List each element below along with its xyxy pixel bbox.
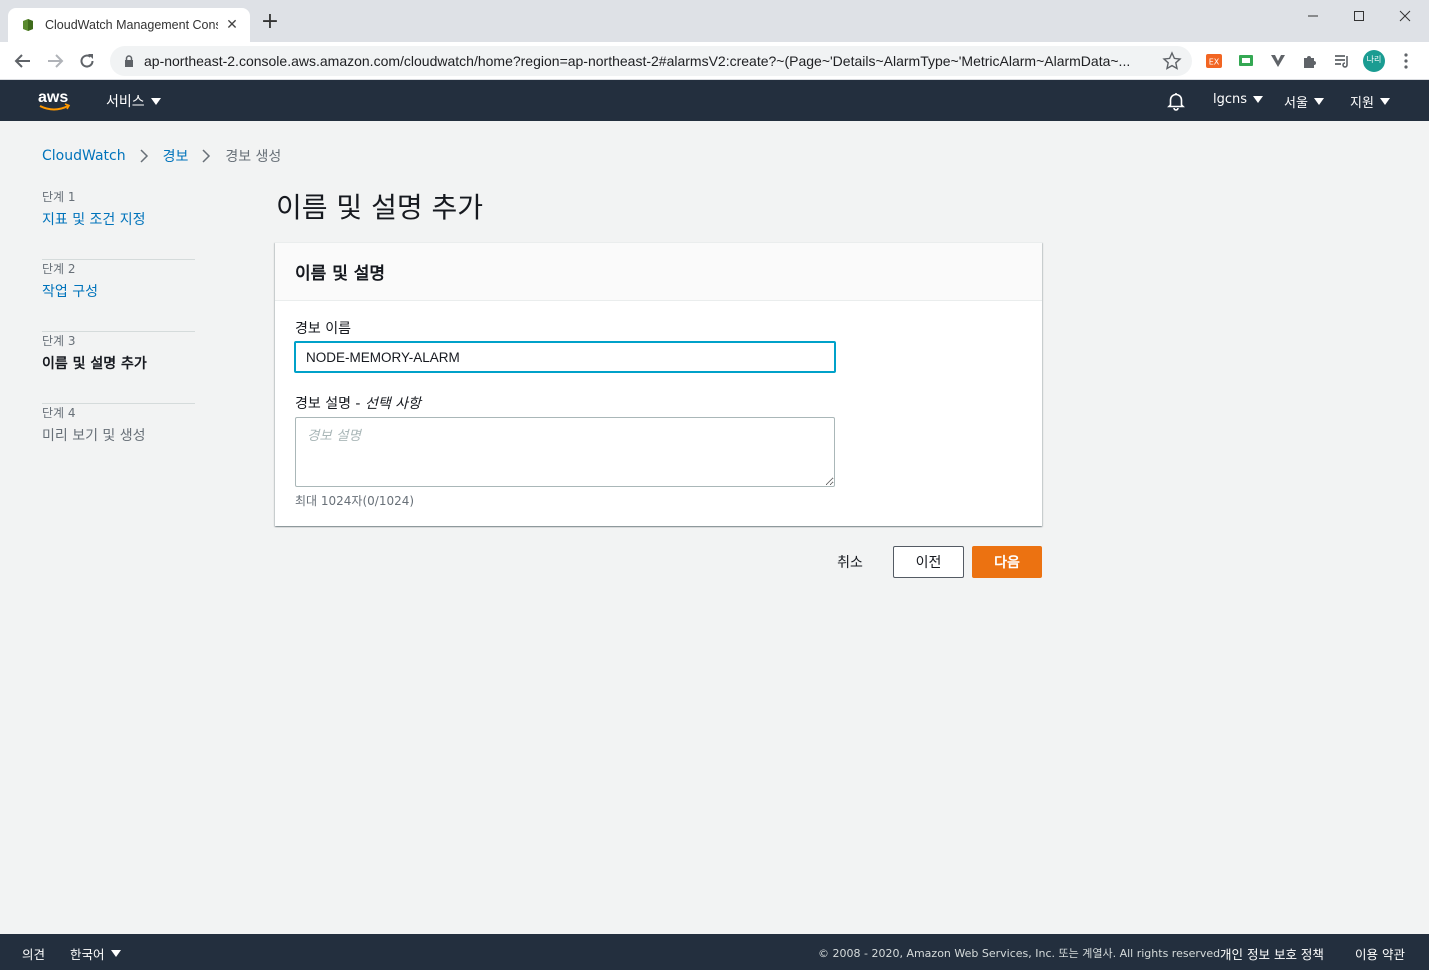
step-4: 단계 4 미리 보기 및 생성	[42, 404, 195, 476]
alarm-name-input[interactable]	[294, 341, 836, 373]
alarm-description-textarea[interactable]	[295, 417, 835, 487]
svg-text:EX: EX	[1209, 58, 1220, 67]
character-count-hint: 최대 1024자(0/1024)	[295, 494, 415, 508]
reading-list-icon[interactable]	[1333, 52, 1351, 70]
panel-title: 이름 및 설명	[275, 243, 1042, 301]
window-close-icon[interactable]	[1382, 4, 1428, 28]
previous-button[interactable]: 이전	[893, 546, 964, 578]
browser-tab[interactable]: CloudWatch Management Cons ✕	[8, 8, 250, 42]
caret-down-icon	[150, 97, 161, 105]
caret-down-icon	[1313, 98, 1324, 105]
optional-label: 선택 사항	[364, 396, 421, 412]
extension-v-icon[interactable]	[1269, 52, 1287, 70]
browser-toolbar: ap-northeast-2.console.aws.amazon.com/cl…	[0, 42, 1429, 80]
description-label-text: 경보 설명 -	[295, 396, 365, 412]
aws-logo-icon[interactable]: aws	[37, 86, 73, 114]
caret-down-icon	[1253, 96, 1264, 103]
region-menu[interactable]: 서울	[1284, 92, 1324, 111]
close-tab-icon[interactable]: ✕	[224, 17, 240, 33]
extension-ex-icon[interactable]: EX	[1205, 52, 1223, 70]
bookmark-star-icon[interactable]	[1162, 51, 1182, 71]
step-number: 단계 4	[42, 406, 76, 420]
caret-down-icon	[110, 950, 121, 957]
aws-footer: 의견 한국어 © 2008 - 2020, Amazon Web Service…	[0, 934, 1429, 970]
breadcrumb-alarms[interactable]: 경보	[163, 146, 189, 166]
extension-screen-icon[interactable]	[1237, 52, 1255, 70]
account-menu[interactable]: lgcns	[1213, 92, 1264, 107]
caret-down-icon	[1379, 98, 1390, 105]
step-current-add-name: 이름 및 설명 추가	[42, 356, 147, 372]
language-label: 한국어	[70, 947, 105, 962]
cancel-button[interactable]: 취소	[826, 546, 874, 578]
account-label: lgcns	[1213, 92, 1248, 107]
step-number: 단계 1	[42, 190, 76, 204]
alarm-description-label: 경보 설명 - 선택 사항	[295, 393, 421, 413]
services-label: 서비스	[106, 94, 145, 110]
profile-avatar[interactable]: 나리	[1363, 50, 1385, 72]
terms-link[interactable]: 이용 약관	[1355, 944, 1405, 963]
back-icon[interactable]	[11, 50, 35, 72]
feedback-link[interactable]: 의견	[22, 944, 45, 963]
extensions-puzzle-icon[interactable]	[1301, 52, 1319, 70]
svg-text:aws: aws	[38, 89, 68, 106]
step-number: 단계 3	[42, 334, 76, 348]
bell-icon[interactable]	[1166, 91, 1186, 111]
step-2: 단계 2 작업 구성	[42, 260, 195, 332]
reload-icon[interactable]	[75, 50, 99, 72]
name-description-panel: 이름 및 설명 경보 이름 경보 설명 - 선택 사항 최대 1024자(0/1…	[275, 242, 1042, 526]
lock-icon	[125, 55, 133, 67]
forward-icon[interactable]	[43, 50, 67, 72]
minimize-icon[interactable]	[1290, 4, 1336, 28]
step-link-specify-metric[interactable]: 지표 및 조건 지정	[42, 209, 195, 231]
chevron-right-icon	[202, 149, 211, 163]
alarm-name-label: 경보 이름	[295, 321, 351, 337]
maximize-icon[interactable]	[1336, 4, 1382, 28]
step-number: 단계 2	[42, 262, 76, 276]
chevron-right-icon	[140, 149, 148, 163]
address-bar[interactable]: ap-northeast-2.console.aws.amazon.com/cl…	[110, 46, 1192, 76]
copyright-text: © 2008 - 2020, Amazon Web Services, Inc.…	[818, 947, 1224, 960]
privacy-policy-link[interactable]: 개인 정보 보호 정책	[1220, 944, 1324, 963]
step-3: 단계 3 이름 및 설명 추가	[42, 332, 195, 404]
tab-title: CloudWatch Management Cons	[45, 18, 218, 32]
new-tab-icon[interactable]: +	[260, 11, 280, 33]
step-link-configure-actions[interactable]: 작업 구성	[42, 281, 195, 303]
breadcrumb: CloudWatch 경보 경보 생성	[42, 146, 281, 166]
browser-menu-icon[interactable]	[1397, 52, 1415, 70]
page-title: 이름 및 설명 추가	[276, 191, 484, 224]
services-menu[interactable]: 서비스	[106, 91, 161, 111]
wizard-steps: 단계 1 지표 및 조건 지정 단계 2 작업 구성 단계 3 이름 및 설명 …	[42, 188, 195, 476]
support-menu[interactable]: 지원	[1350, 92, 1390, 111]
url-text: ap-northeast-2.console.aws.amazon.com/cl…	[144, 53, 1131, 69]
breadcrumb-cloudwatch[interactable]: CloudWatch	[42, 148, 126, 164]
support-label: 지원	[1350, 96, 1374, 111]
aws-console-header: aws 서비스 lgcns 서울 지원	[0, 80, 1429, 121]
step-preview-create: 미리 보기 및 생성	[42, 428, 146, 444]
region-label: 서울	[1284, 96, 1308, 111]
browser-tab-bar: CloudWatch Management Cons ✕ +	[0, 0, 1429, 42]
language-selector[interactable]: 한국어	[70, 944, 121, 963]
next-button[interactable]: 다음	[972, 546, 1042, 578]
cloudwatch-favicon-icon	[23, 19, 33, 31]
breadcrumb-current: 경보 생성	[225, 149, 282, 165]
step-1: 단계 1 지표 및 조건 지정	[42, 188, 195, 260]
profile-label: 나리	[1366, 55, 1382, 64]
